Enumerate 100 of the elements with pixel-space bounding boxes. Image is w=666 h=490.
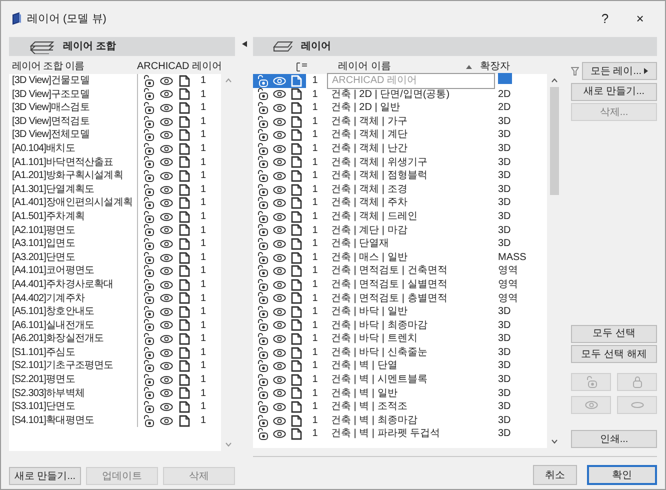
- padlock-icon[interactable]: [143, 238, 154, 250]
- eye-icon[interactable]: [160, 238, 173, 249]
- padlock-icon[interactable]: [143, 184, 154, 196]
- padlock-icon[interactable]: [143, 102, 154, 114]
- eye-icon[interactable]: [273, 361, 286, 372]
- page-icon[interactable]: [179, 184, 190, 196]
- padlock-icon[interactable]: [257, 102, 268, 114]
- page-icon[interactable]: [291, 360, 302, 372]
- page-icon[interactable]: [179, 401, 190, 414]
- page-icon[interactable]: [179, 74, 190, 87]
- padlock-icon[interactable]: [143, 116, 154, 128]
- page-icon[interactable]: [291, 142, 302, 155]
- column-header[interactable]: 확장자: [480, 59, 510, 74]
- page-icon[interactable]: [291, 374, 302, 386]
- eye-icon[interactable]: [160, 170, 173, 181]
- eye-icon[interactable]: [273, 102, 286, 113]
- padlock-icon[interactable]: [257, 360, 268, 372]
- padlock-icon[interactable]: [257, 238, 268, 250]
- page-icon[interactable]: [291, 210, 302, 223]
- combination-name[interactable]: [A1.201]방화구획시설계획: [9, 169, 137, 183]
- layer-name[interactable]: 건축 | 바닥 | 일반: [327, 305, 495, 319]
- eye-icon[interactable]: [160, 225, 173, 236]
- page-icon[interactable]: [291, 333, 302, 346]
- combination-name[interactable]: [A5.101]창호안내도: [9, 305, 137, 319]
- eye-icon[interactable]: [273, 416, 286, 426]
- padlock-icon[interactable]: [143, 170, 154, 182]
- padlock-icon[interactable]: [257, 265, 268, 278]
- eye-icon[interactable]: [160, 348, 173, 358]
- eye-icon[interactable]: [273, 306, 286, 317]
- page-icon[interactable]: [179, 129, 190, 142]
- eye-icon[interactable]: [273, 429, 286, 440]
- button[interactable]: 새로 만들기...: [571, 82, 657, 100]
- page-icon[interactable]: [291, 278, 302, 291]
- page-icon[interactable]: [291, 414, 302, 427]
- page-icon[interactable]: [179, 116, 190, 128]
- eye-icon[interactable]: [160, 76, 173, 86]
- page-icon[interactable]: [179, 170, 190, 182]
- combination-name[interactable]: [3D View]건물모델: [9, 74, 137, 88]
- padlock-icon[interactable]: [257, 116, 268, 128]
- page-icon[interactable]: [179, 238, 190, 250]
- layer-name[interactable]: 건축 | 면적검토 | 층별면적: [327, 292, 495, 306]
- layer-name[interactable]: 건축 | 벽 | 시멘트블록: [327, 373, 495, 387]
- combination-name[interactable]: [A1.401]장애인편의시설계획: [9, 196, 137, 210]
- page-icon[interactable]: [291, 129, 302, 142]
- padlock-icon[interactable]: [143, 156, 154, 168]
- padlock-icon[interactable]: [143, 210, 154, 223]
- eye-icon[interactable]: [273, 374, 286, 385]
- eye-icon[interactable]: [273, 170, 286, 181]
- page-icon[interactable]: [291, 116, 302, 128]
- page-icon[interactable]: [179, 224, 190, 236]
- close-button[interactable]: ×: [625, 9, 655, 29]
- page-icon[interactable]: [291, 88, 302, 100]
- eye-icon[interactable]: [273, 89, 286, 100]
- page-icon[interactable]: [291, 102, 302, 114]
- eye-icon[interactable]: [160, 361, 173, 372]
- page-icon[interactable]: [179, 88, 190, 100]
- padlock-icon[interactable]: [257, 142, 268, 155]
- layer-name[interactable]: 건축 | 벽 | 단열: [327, 359, 495, 374]
- scroll-down-icon[interactable]: [550, 439, 558, 444]
- eye-icon[interactable]: [160, 402, 173, 412]
- layer-name[interactable]: 건축 | 객체 | 주차: [327, 196, 495, 210]
- padlock-icon[interactable]: [143, 142, 154, 155]
- page-icon[interactable]: [291, 252, 302, 264]
- combination-name[interactable]: [3D View]면적검토: [9, 114, 137, 128]
- layer-name[interactable]: 건축 | 단열재: [327, 237, 495, 251]
- eye-icon[interactable]: [160, 252, 173, 263]
- page-icon[interactable]: [291, 156, 302, 168]
- padlock-icon[interactable]: [257, 129, 268, 142]
- eye-icon[interactable]: [273, 252, 286, 263]
- combination-name[interactable]: [S3.101]단면도: [9, 400, 137, 414]
- eye-icon[interactable]: [160, 102, 173, 113]
- scroll-thumb[interactable]: [550, 87, 558, 195]
- eye-icon[interactable]: [273, 293, 286, 304]
- eye-icon[interactable]: [160, 334, 173, 344]
- padlock-icon[interactable]: [143, 278, 154, 291]
- page-icon[interactable]: [179, 387, 190, 400]
- sort-arrow-icon[interactable]: [466, 64, 472, 68]
- layer-name[interactable]: 건축 | 면적검토 | 건축면적: [327, 264, 495, 278]
- eye-icon[interactable]: [273, 266, 286, 276]
- padlock-icon[interactable]: [257, 319, 268, 332]
- padlock-icon[interactable]: [257, 252, 268, 264]
- padlock-icon[interactable]: [257, 210, 268, 223]
- layer-name[interactable]: 건축 | 2D | 일반: [327, 101, 495, 115]
- padlock-icon[interactable]: [257, 170, 268, 182]
- page-icon[interactable]: [291, 238, 302, 250]
- eye-icon[interactable]: [273, 334, 286, 344]
- padlock-icon[interactable]: [257, 184, 268, 196]
- padlock-icon[interactable]: [257, 401, 268, 414]
- eye-icon[interactable]: [160, 144, 173, 154]
- layer-name[interactable]: 건축 | 벽 | 파라펫 두겁석: [327, 427, 495, 442]
- page-icon[interactable]: [179, 360, 190, 372]
- eye-icon[interactable]: [273, 130, 286, 140]
- eye-icon[interactable]: [273, 198, 286, 208]
- button[interactable]: 확인: [587, 465, 657, 485]
- padlock-icon[interactable]: [143, 265, 154, 278]
- page-icon[interactable]: [179, 142, 190, 155]
- padlock-icon[interactable]: [257, 333, 268, 346]
- page-icon[interactable]: [179, 278, 190, 291]
- padlock-icon[interactable]: [257, 374, 268, 386]
- column-header[interactable]: 레이어 이름: [308, 59, 466, 74]
